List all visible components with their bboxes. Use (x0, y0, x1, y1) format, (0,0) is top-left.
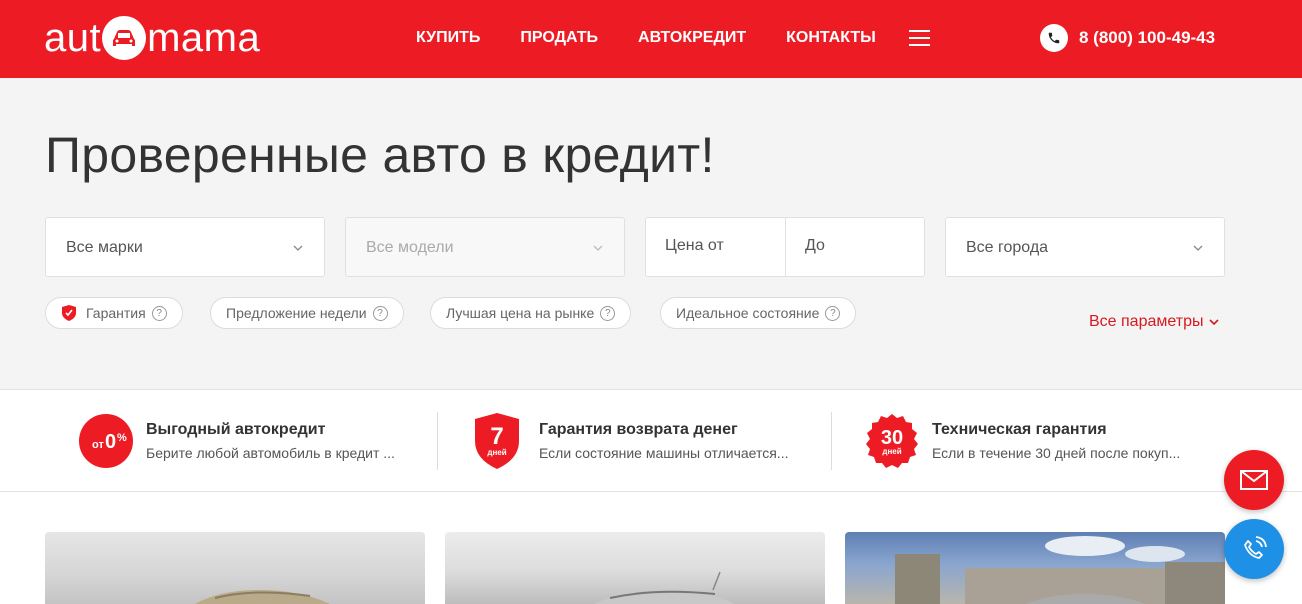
feature-credit[interactable]: от 0 % Выгодный автокредит Берите любой … (78, 412, 395, 470)
help-icon[interactable]: ? (151, 305, 167, 321)
help-icon[interactable]: ? (372, 305, 388, 321)
nav-autocredit[interactable]: АВТОКРЕДИТ (638, 28, 746, 48)
chip-label: Гарантия (86, 305, 146, 321)
feature-subtitle: Если состояние машины отличается... (539, 445, 789, 461)
model-select-label: Все модели (366, 239, 454, 256)
header-phone[interactable]: 8 (800) 100-49-43 (1040, 24, 1215, 52)
divider (831, 412, 832, 470)
page-title: Проверенные авто в кредит! (45, 127, 715, 183)
help-icon[interactable]: ? (825, 305, 841, 321)
chevron-down-icon (1209, 319, 1220, 326)
seal-30-days-icon: 30 дней (866, 414, 918, 468)
model-select[interactable]: Все модели (345, 217, 625, 277)
mail-icon (1240, 470, 1268, 490)
phone-number: 8 (800) 100-49-43 (1079, 28, 1216, 47)
chevron-down-icon (593, 245, 603, 251)
price-from-input[interactable]: Цена от (646, 218, 785, 276)
callback-button[interactable] (1224, 519, 1284, 579)
nav-contacts[interactable]: КОНТАКТЫ (786, 28, 876, 48)
car-card-image[interactable] (445, 532, 825, 604)
features-strip: от 0 % Выгодный автокредит Берите любой … (0, 390, 1302, 492)
site-header: aut mama КУПИТЬ ПРОДАТЬ АВТОКРЕДИТ КОНТА… (0, 0, 1302, 78)
divider (437, 412, 438, 470)
brand-select-label: Все марки (66, 239, 143, 256)
car-photo (195, 590, 330, 604)
price-range: Цена от До (645, 217, 925, 277)
chip-guarantee[interactable]: Гарантия ? (45, 297, 183, 329)
chip-best-price[interactable]: Лучшая цена на рынке ? (430, 297, 632, 329)
feature-title: Гарантия возврата денег (539, 421, 738, 438)
badge-big-text: 7 (490, 423, 503, 450)
search-hero: Проверенные авто в кредит! Все марки Все… (0, 78, 1302, 390)
help-icon[interactable]: ? (600, 305, 616, 321)
feature-tech-guarantee[interactable]: 30 дней Техническая гарантия Если в тече… (864, 412, 1180, 470)
all-params-label: Все параметры (1089, 313, 1204, 330)
badge-big-text: 0 (105, 431, 116, 453)
chip-perfect-condition[interactable]: Идеальное состояние ? (660, 297, 857, 329)
badge-small-text: дней (882, 447, 901, 456)
chevron-down-icon (1193, 245, 1203, 251)
chip-label: Идеальное состояние (676, 305, 820, 321)
phone-icon (1040, 24, 1068, 52)
car-photo (595, 571, 735, 604)
price-to-input[interactable]: До (785, 218, 924, 276)
chip-label: Предложение недели (226, 305, 367, 321)
car-photo (895, 536, 1225, 604)
all-params-link[interactable]: Все параметры (1089, 313, 1220, 331)
shield-icon (62, 305, 76, 321)
logo[interactable]: aut mama (44, 14, 260, 62)
feature-title: Выгодный автокредит (146, 421, 326, 438)
feature-title: Техническая гарантия (932, 421, 1107, 438)
zero-percent-badge-icon: от 0 % (79, 414, 133, 468)
badge-big-text: 30 (881, 427, 903, 449)
car-icon (102, 16, 147, 60)
nav-sell[interactable]: ПРОДАТЬ (520, 28, 598, 48)
brand-select[interactable]: Все марки (45, 217, 325, 277)
call-icon (1244, 536, 1267, 559)
badge-small-text: от (92, 439, 104, 451)
chevron-down-icon (293, 245, 303, 251)
city-select[interactable]: Все города (945, 217, 1225, 277)
chip-week-offer[interactable]: Предложение недели ? (210, 297, 404, 329)
feature-subtitle: Берите любой автомобиль в кредит ... (146, 445, 395, 461)
mail-button[interactable] (1224, 450, 1284, 510)
shield-7-days-icon: 7 дней (475, 413, 519, 469)
logo-text-right: mama (147, 15, 261, 60)
main-nav: КУПИТЬ ПРОДАТЬ АВТОКРЕДИТ КОНТАКТЫ (416, 28, 916, 48)
menu-icon[interactable] (909, 30, 930, 46)
feature-refund[interactable]: 7 дней Гарантия возврата денег Если сост… (473, 412, 788, 470)
logo-text-left: aut (44, 15, 102, 60)
badge-pct-text: % (117, 432, 127, 444)
chip-label: Лучшая цена на рынке (446, 305, 595, 321)
car-card-image[interactable] (845, 532, 1225, 604)
nav-buy[interactable]: КУПИТЬ (416, 28, 480, 48)
car-card-image[interactable] (45, 532, 425, 604)
badge-small-text: дней (487, 448, 506, 457)
feature-subtitle: Если в течение 30 дней после покуп... (932, 445, 1181, 461)
city-select-label: Все города (966, 239, 1049, 256)
